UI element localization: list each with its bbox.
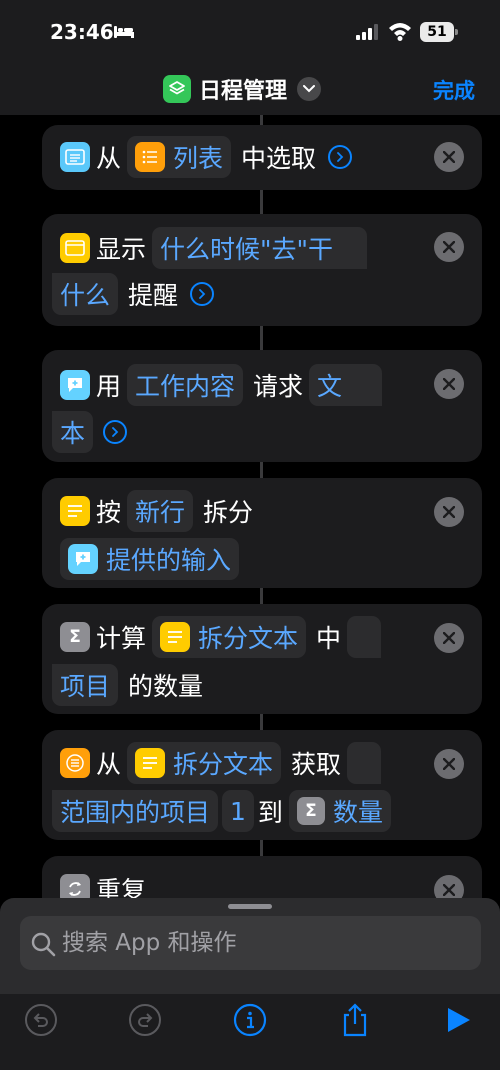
- alert-window-icon: [60, 233, 90, 263]
- variable-token-count-type[interactable]: 项目: [52, 664, 119, 706]
- variable-token-message[interactable]: 什么时候"去"干: [152, 227, 368, 269]
- share-button[interactable]: [337, 1002, 373, 1038]
- list-icon: [60, 748, 90, 778]
- shortcut-title-menu[interactable]: 日程管理: [163, 74, 322, 104]
- sheet-grabber[interactable]: [228, 904, 272, 909]
- undo-icon: [25, 1004, 57, 1036]
- chevron-right-icon[interactable]: [328, 145, 353, 169]
- delete-action-button[interactable]: [434, 142, 464, 172]
- text-lines-icon: [135, 748, 166, 778]
- delete-action-button[interactable]: [434, 232, 464, 262]
- search-field[interactable]: [20, 916, 481, 970]
- status-time: 23:46: [50, 20, 114, 44]
- close-icon: [443, 241, 455, 253]
- close-icon: [443, 884, 455, 896]
- close-icon: [443, 378, 455, 390]
- nav-bar: 日程管理 完成: [0, 60, 500, 115]
- variable-token-start-index[interactable]: 1: [222, 790, 254, 832]
- ask-input-icon: [68, 544, 98, 574]
- action-card-ask-for-input[interactable]: 用 工作内容 请求 文 本: [42, 350, 482, 515]
- variable-token-end-count[interactable]: Σ 数量: [288, 790, 391, 832]
- action-list[interactable]: 从 列表 中选取 显示 什么时候"去"干 什么 提醒 用 工作内容 请求 文 本…: [0, 115, 500, 910]
- action-card-split-text[interactable]: 按 新行 拆分 提供的输入: [42, 478, 482, 588]
- action-card-choose-from-list[interactable]: 从 列表 中选取: [42, 125, 482, 190]
- run-button[interactable]: [440, 1002, 476, 1038]
- battery-level: 51: [420, 22, 454, 42]
- editor-toolbar: [0, 994, 500, 1070]
- delete-action-button[interactable]: [434, 497, 464, 527]
- battery-indicator: 51: [420, 22, 458, 42]
- delete-action-button[interactable]: [434, 369, 464, 399]
- variable-token-range[interactable]: 范围内的项目: [52, 790, 219, 832]
- variable-token-prompt[interactable]: 工作内容: [127, 364, 244, 406]
- play-icon: [448, 1008, 470, 1032]
- variable-token-split-text[interactable]: 拆分文本: [152, 616, 307, 658]
- variable-token-message-continued[interactable]: 什么: [52, 273, 119, 315]
- search-input[interactable]: [62, 916, 462, 970]
- wifi-icon: [389, 23, 411, 41]
- chevron-down-icon[interactable]: [297, 77, 322, 101]
- undo-button[interactable]: [23, 1002, 59, 1038]
- info-icon: [233, 1003, 267, 1037]
- chevron-right-icon[interactable]: [190, 282, 215, 306]
- delete-action-button[interactable]: [434, 623, 464, 653]
- variable-token-input-type[interactable]: 文: [309, 364, 383, 406]
- action-card-get-items-from-list[interactable]: 从 拆分文本 获取 范围内的项目 1 到 Σ 数量: [42, 730, 482, 840]
- redo-button[interactable]: [127, 1002, 163, 1038]
- list-window-icon: [60, 142, 90, 172]
- action-search-sheet[interactable]: [0, 898, 500, 994]
- text-lines-icon: [160, 622, 191, 652]
- layers-icon: [163, 75, 191, 103]
- redo-icon: [129, 1004, 161, 1036]
- variable-token-split-text[interactable]: 拆分文本: [127, 742, 282, 784]
- delete-action-button[interactable]: [434, 749, 464, 779]
- action-card-show-alert[interactable]: 显示 什么时候"去"干 什么 提醒: [42, 214, 482, 326]
- chevron-right-icon[interactable]: [103, 420, 128, 444]
- close-icon: [443, 151, 455, 163]
- text-lines-icon: [60, 496, 90, 526]
- close-icon: [443, 506, 455, 518]
- action-card-count[interactable]: Σ 计算 拆分文本 中 项目 的数量: [42, 604, 482, 714]
- variable-token-input-type-continued[interactable]: 本: [52, 411, 94, 453]
- share-icon: [343, 1003, 367, 1037]
- page-title: 日程管理: [199, 79, 288, 104]
- ask-input-icon: [60, 370, 90, 400]
- close-icon: [443, 632, 455, 644]
- list-icon: [135, 142, 166, 172]
- variable-token-list[interactable]: 列表: [127, 136, 232, 178]
- sigma-icon: Σ: [296, 797, 325, 825]
- bed-icon: [114, 26, 134, 38]
- done-button[interactable]: 完成: [433, 75, 475, 105]
- close-icon: [443, 758, 455, 770]
- status-bar: 23:46 51: [0, 0, 500, 60]
- search-icon: [31, 932, 56, 957]
- variable-token-provided-input[interactable]: 提供的输入: [60, 538, 240, 580]
- variable-token-separator[interactable]: 新行: [127, 490, 194, 532]
- info-button[interactable]: [232, 1002, 268, 1038]
- cellular-signal-icon: [356, 24, 378, 40]
- sigma-icon: Σ: [60, 622, 90, 652]
